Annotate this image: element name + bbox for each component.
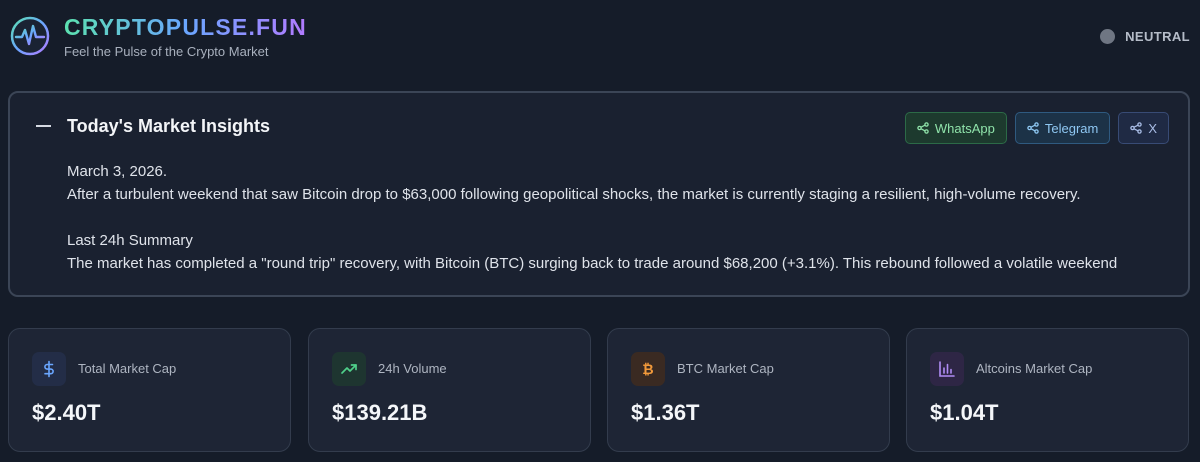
share-telegram-label: Telegram — [1044, 120, 1099, 136]
share-icon — [1027, 122, 1039, 134]
pulse-logo-icon[interactable] — [10, 16, 50, 56]
insight-intro: After a turbulent weekend that saw Bitco… — [67, 186, 1081, 203]
minus-icon — [35, 125, 51, 127]
insights-content: March 3, 2026. After a turbulent weekend… — [67, 160, 1177, 275]
share-icon — [1130, 122, 1143, 134]
collapse-button[interactable] — [32, 113, 54, 139]
stat-value: $139.21B — [332, 400, 428, 425]
market-stats-cards: Total Market Cap $2.40T 24h Volume $139.… — [8, 328, 1191, 462]
stat-card-altcoins-market-cap[interactable]: Altcoins Market Cap $1.04T — [906, 328, 1189, 452]
stat-card-btc-market-cap[interactable]: ₿ BTC Market Cap $1.36T — [607, 328, 890, 452]
stat-label: Altcoins Market Cap — [976, 361, 1093, 376]
summary-text: The market has completed a "round trip" … — [67, 255, 1118, 272]
share-x-label: X — [1148, 120, 1157, 136]
app-header: CRYPTOPULSE.FUN Feel the Pulse of the Cr… — [0, 0, 1200, 80]
bar-chart-icon — [930, 352, 964, 386]
dollar-icon — [32, 352, 66, 386]
stat-card-24h-volume[interactable]: 24h Volume $139.21B — [308, 328, 591, 452]
brand-title[interactable]: CRYPTOPULSE.FUN — [64, 14, 307, 41]
share-buttons: WhatsApp Telegram X — [904, 112, 1169, 144]
brand-tagline: Feel the Pulse of the Crypto Market — [64, 44, 269, 59]
sentiment-label: NEUTRAL — [1125, 29, 1190, 44]
stat-label: BTC Market Cap — [677, 361, 774, 376]
sentiment-dot-icon — [1100, 29, 1116, 44]
insight-date: March 3, 2026. — [67, 163, 168, 180]
market-insights-panel: Today's Market Insights WhatsApp Telegra… — [8, 91, 1190, 297]
svg-text:₿: ₿ — [642, 362, 653, 378]
stat-value: $1.36T — [631, 400, 700, 425]
stat-card-total-market-cap[interactable]: Total Market Cap $2.40T — [8, 328, 291, 452]
stat-value: $1.04T — [930, 400, 999, 425]
stat-label: 24h Volume — [378, 361, 447, 376]
share-telegram-button[interactable]: Telegram — [1014, 112, 1111, 144]
share-icon — [917, 122, 929, 134]
stat-label: Total Market Cap — [78, 361, 177, 376]
share-whatsapp-button[interactable]: WhatsApp — [904, 112, 1007, 144]
bitcoin-icon: ₿ — [631, 352, 665, 386]
insights-title: Today's Market Insights — [67, 116, 270, 136]
share-whatsapp-label: WhatsApp — [934, 120, 995, 136]
market-sentiment-indicator: NEUTRAL — [1100, 29, 1190, 44]
stat-value: $2.40T — [32, 400, 101, 425]
trending-up-icon — [332, 352, 366, 386]
summary-heading: Last 24h Summary — [67, 232, 193, 249]
share-x-button[interactable]: X — [1118, 112, 1169, 144]
